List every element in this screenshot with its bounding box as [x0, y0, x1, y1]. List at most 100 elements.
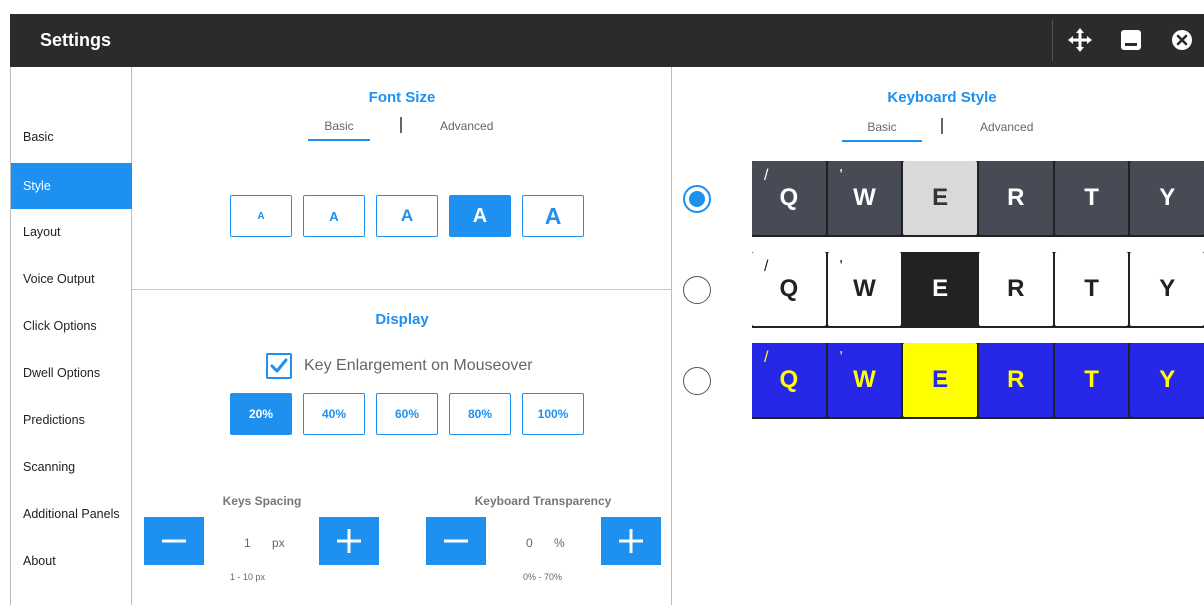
close-button[interactable] — [1168, 26, 1196, 54]
enlargement-option-60[interactable]: 60% — [376, 393, 438, 435]
key-enlargement-checkbox[interactable] — [266, 353, 292, 379]
sidebar-item-label: Layout — [23, 225, 61, 239]
enlargement-option-100[interactable]: 100% — [522, 393, 584, 435]
font-size-option-1[interactable]: A — [230, 195, 292, 237]
keyboard-style-tabs: Basic Advanced — [672, 118, 1204, 142]
window-title: Settings — [40, 30, 112, 50]
minimize-icon — [1121, 30, 1141, 50]
key-y: Y — [1130, 252, 1204, 326]
keys-spacing-unit: px — [272, 536, 285, 550]
keys-spacing-label: Keys Spacing — [222, 494, 302, 508]
tab-font-size-advanced[interactable]: Advanced — [440, 119, 493, 139]
key-enlargement-label: Key Enlargement on Mouseover — [304, 357, 533, 374]
key-label: Y — [1159, 184, 1176, 211]
checkmark-icon — [270, 358, 288, 373]
key-r: R — [979, 343, 1053, 417]
key-secondary-label: ' — [839, 258, 843, 275]
plus-icon — [619, 529, 643, 553]
sidebar-item-label: Click Options — [23, 319, 97, 333]
keyboard-style-preview-2[interactable]: / Q ' W E R T Y — [752, 252, 1204, 328]
sidebar-item-label: Voice Output — [23, 272, 95, 286]
enlargement-option-40[interactable]: 40% — [303, 393, 365, 435]
transparency-range: 0% - 70% — [523, 572, 563, 582]
keyboard-style-preview-1[interactable]: / Q ' W E R T Y — [752, 161, 1204, 237]
enlargement-option-20[interactable]: 20% — [230, 393, 292, 435]
sidebar-item-label: Predictions — [23, 413, 85, 427]
close-icon — [1172, 30, 1192, 50]
sidebar-item-voice-output[interactable]: Voice Output — [11, 256, 132, 302]
minimize-button[interactable] — [1117, 26, 1145, 54]
sidebar-item-label: Dwell Options — [23, 366, 101, 380]
sidebar-item-label: Style — [23, 179, 51, 193]
key-label: E — [932, 184, 949, 211]
transparency-increase-button[interactable] — [601, 517, 661, 565]
key-label: E — [932, 366, 949, 393]
key-label: R — [1007, 275, 1025, 302]
sidebar-item-basic[interactable]: Basic — [11, 114, 132, 160]
key-t: T — [1054, 252, 1129, 326]
tab-keyboard-style-basic[interactable]: Basic — [842, 120, 922, 142]
key-label: R — [1007, 184, 1025, 211]
key-w: ' W — [827, 252, 902, 326]
key-label: Y — [1159, 366, 1176, 393]
plus-icon — [337, 529, 361, 553]
key-t: T — [1054, 161, 1129, 235]
keyboard-style-radio-3[interactable] — [683, 367, 711, 395]
key-secondary-label: / — [764, 349, 769, 366]
keys-spacing-decrease-button[interactable] — [144, 517, 204, 565]
key-label: R — [1007, 366, 1025, 393]
keys-spacing-value: 1 — [244, 536, 251, 550]
title-bar: Settings — [10, 14, 1204, 67]
sidebar-item-dwell-options[interactable]: Dwell Options — [11, 350, 132, 396]
keys-spacing-increase-button[interactable] — [319, 517, 379, 565]
sidebar-item-style[interactable]: Style — [11, 163, 132, 209]
key-y: Y — [1130, 161, 1204, 235]
tab-keyboard-style-advanced[interactable]: Advanced — [980, 120, 1033, 140]
key-secondary-label: ' — [839, 167, 843, 184]
move-icon — [1068, 28, 1092, 52]
transparency-unit: % — [554, 536, 565, 550]
sidebar-item-layout[interactable]: Layout — [11, 209, 132, 255]
move-button[interactable] — [1066, 26, 1094, 54]
sidebar-item-scanning[interactable]: Scanning — [11, 444, 132, 490]
transparency-decrease-button[interactable] — [426, 517, 486, 565]
style-settings-panel: Font Size Basic Advanced A A A A A Displ… — [132, 67, 672, 605]
key-label: W — [853, 184, 876, 211]
key-y: Y — [1130, 343, 1204, 417]
key-enlargement-row: Key Enlargement on Mouseover — [266, 353, 533, 379]
tab-separator — [941, 118, 943, 134]
key-w: ' W — [827, 343, 902, 417]
font-size-option-4[interactable]: A — [449, 195, 511, 237]
font-size-option-2[interactable]: A — [303, 195, 365, 237]
keyboard-style-preview-3[interactable]: / Q ' W E R T Y — [752, 343, 1204, 419]
sidebar-item-label: About — [23, 554, 56, 568]
titlebar-divider — [1052, 20, 1053, 61]
key-label: Y — [1159, 275, 1176, 302]
key-label: Q — [779, 184, 799, 211]
enlargement-option-80[interactable]: 80% — [449, 393, 511, 435]
key-label: T — [1084, 184, 1099, 211]
keyboard-style-radio-1[interactable] — [683, 185, 711, 213]
key-label: T — [1084, 275, 1099, 302]
key-r: R — [979, 161, 1053, 235]
key-q: / Q — [752, 161, 826, 235]
key-e: E — [903, 343, 978, 417]
sidebar-item-additional-panels[interactable]: Additional Panels — [11, 491, 132, 537]
font-size-option-3[interactable]: A — [376, 195, 438, 237]
sidebar: Basic Style Layout Voice Output Click Op… — [10, 67, 132, 605]
keyboard-style-radio-2[interactable] — [683, 276, 711, 304]
sidebar-item-predictions[interactable]: Predictions — [11, 397, 132, 443]
sidebar-item-click-options[interactable]: Click Options — [11, 303, 132, 349]
tab-font-size-basic[interactable]: Basic — [308, 119, 370, 141]
key-t: T — [1054, 343, 1129, 417]
sidebar-item-about[interactable]: About — [11, 538, 132, 584]
font-size-title: Font Size — [368, 89, 436, 106]
key-secondary-label: / — [764, 258, 769, 275]
tab-separator — [400, 117, 402, 133]
font-size-option-5[interactable]: A — [522, 195, 584, 237]
key-label: W — [853, 366, 876, 393]
keyboard-style-panel: Keyboard Style Basic Advanced / Q ' W E R … — [672, 67, 1204, 605]
key-secondary-label: ' — [839, 349, 843, 366]
sidebar-item-label: Additional Panels — [23, 507, 120, 521]
display-title: Display — [375, 311, 429, 328]
